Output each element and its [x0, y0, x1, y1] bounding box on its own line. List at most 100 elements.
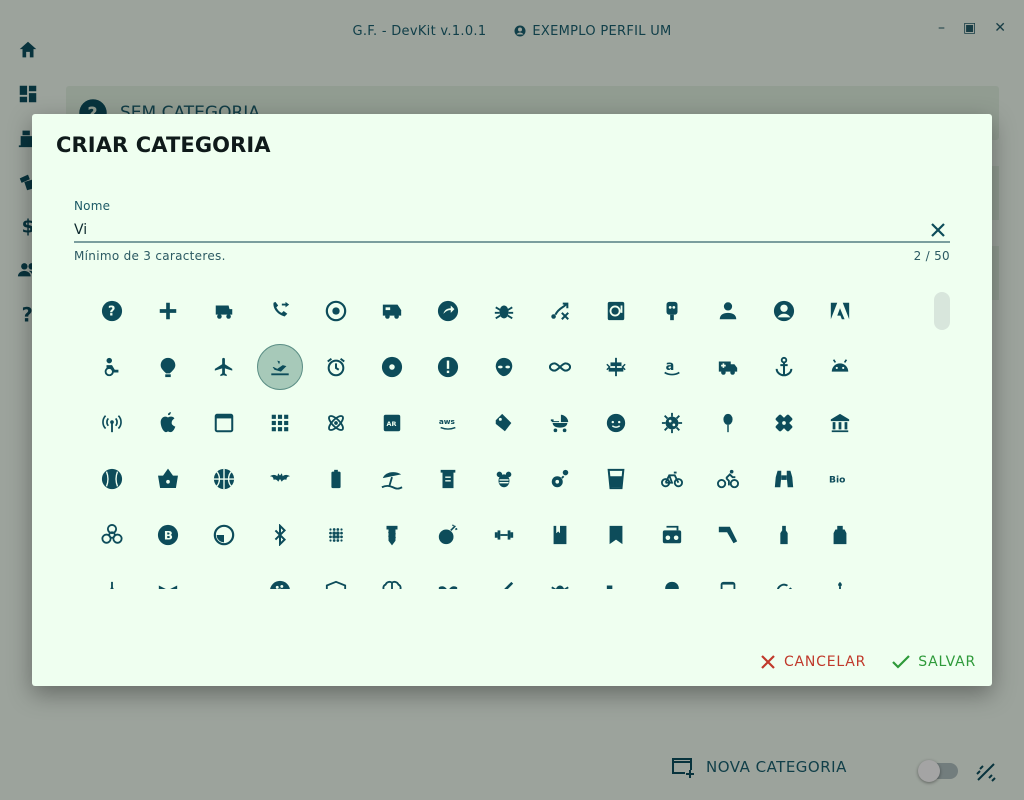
icon-option[interactable]: [532, 563, 588, 589]
icon-option[interactable]: [700, 563, 756, 589]
icon-option-ring: [537, 288, 583, 334]
icon-option[interactable]: [532, 339, 588, 395]
icon-option[interactable]: [196, 283, 252, 339]
icon-option[interactable]: [252, 339, 308, 395]
icon-option[interactable]: [812, 507, 868, 563]
scrollbar-thumb[interactable]: [934, 292, 950, 330]
icon-option[interactable]: [532, 395, 588, 451]
icon-option[interactable]: [252, 395, 308, 451]
icon-option[interactable]: [644, 563, 700, 589]
cached-icon: [777, 583, 793, 589]
icon-option[interactable]: [420, 451, 476, 507]
icon-option[interactable]: [700, 283, 756, 339]
icon-option[interactable]: [84, 563, 140, 589]
icon-option[interactable]: [812, 283, 868, 339]
icon-option[interactable]: [84, 339, 140, 395]
icon-option[interactable]: [420, 563, 476, 589]
icon-option[interactable]: [644, 283, 700, 339]
icon-option[interactable]: [756, 339, 812, 395]
icon-option[interactable]: [364, 283, 420, 339]
icon-option[interactable]: [476, 339, 532, 395]
dialog-actions: CANCELAR SALVAR: [760, 654, 976, 670]
icon-option[interactable]: [588, 507, 644, 563]
icon-option[interactable]: [140, 339, 196, 395]
icon-option[interactable]: [308, 395, 364, 451]
icon-option[interactable]: [252, 563, 308, 589]
cancel-button[interactable]: CANCELAR: [760, 654, 866, 670]
icon-option[interactable]: B: [140, 507, 196, 563]
icon-option[interactable]: [532, 451, 588, 507]
icon-option[interactable]: a: [644, 339, 700, 395]
icon-option[interactable]: [756, 507, 812, 563]
icon-option[interactable]: [420, 339, 476, 395]
icon-option[interactable]: [756, 395, 812, 451]
icon-option[interactable]: [812, 563, 868, 589]
icon-option[interactable]: AR: [364, 395, 420, 451]
blank-icon: [213, 580, 235, 589]
icon-option[interactable]: [140, 451, 196, 507]
icon-option[interactable]: [420, 283, 476, 339]
icon-option[interactable]: [84, 507, 140, 563]
icon-option[interactable]: [812, 339, 868, 395]
icon-option[interactable]: [140, 563, 196, 589]
icon-option[interactable]: [476, 283, 532, 339]
icon-option[interactable]: [476, 507, 532, 563]
icon-option[interactable]: [756, 563, 812, 589]
icon-option[interactable]: [252, 283, 308, 339]
icon-option[interactable]: [476, 563, 532, 589]
icon-option[interactable]: [420, 507, 476, 563]
save-button[interactable]: SALVAR: [892, 654, 976, 670]
icon-option[interactable]: [700, 395, 756, 451]
bee-icon: [496, 471, 512, 488]
icon-option[interactable]: [588, 283, 644, 339]
icon-option[interactable]: [252, 507, 308, 563]
icon-option[interactable]: [140, 283, 196, 339]
icon-option[interactable]: [644, 395, 700, 451]
icon-option[interactable]: ?: [84, 283, 140, 339]
icon-option[interactable]: [84, 395, 140, 451]
circle-half-icon: [213, 524, 235, 546]
icon-option[interactable]: [196, 451, 252, 507]
icon-option[interactable]: [308, 451, 364, 507]
icon-option[interactable]: [532, 507, 588, 563]
icon-option[interactable]: [252, 451, 308, 507]
icon-grid: ? a AR aws Bio Bbox: [84, 283, 916, 589]
icon-option[interactable]: aws: [420, 395, 476, 451]
icon-option[interactable]: [476, 451, 532, 507]
bus-icon: [720, 581, 736, 589]
icon-option[interactable]: [588, 339, 644, 395]
icon-option[interactable]: [476, 395, 532, 451]
icon-option[interactable]: [756, 451, 812, 507]
icon-option[interactable]: [196, 395, 252, 451]
name-input[interactable]: [74, 221, 874, 238]
icon-option[interactable]: [588, 451, 644, 507]
icon-option[interactable]: [196, 563, 252, 589]
icon-option-ring: [89, 344, 135, 390]
icon-option[interactable]: [364, 339, 420, 395]
icon-option[interactable]: [700, 507, 756, 563]
icon-option[interactable]: [700, 451, 756, 507]
icon-option[interactable]: [196, 507, 252, 563]
icon-option[interactable]: [700, 339, 756, 395]
icon-option[interactable]: [644, 507, 700, 563]
icon-option[interactable]: [364, 563, 420, 589]
icon-option[interactable]: [364, 451, 420, 507]
icon-option[interactable]: [588, 563, 644, 589]
icon-option[interactable]: [588, 395, 644, 451]
all-inclusive-icon: [549, 362, 571, 372]
icon-option-ring: [649, 400, 695, 446]
icon-option[interactable]: [756, 283, 812, 339]
icon-option[interactable]: [532, 283, 588, 339]
icon-option[interactable]: [364, 507, 420, 563]
icon-option[interactable]: [140, 395, 196, 451]
icon-option[interactable]: [644, 451, 700, 507]
icon-option[interactable]: [308, 339, 364, 395]
icon-option[interactable]: [196, 339, 252, 395]
icon-option[interactable]: box: [308, 563, 364, 589]
icon-option[interactable]: Bio: [812, 451, 868, 507]
icon-option[interactable]: [812, 395, 868, 451]
icon-option[interactable]: [84, 451, 140, 507]
icon-option[interactable]: [308, 507, 364, 563]
icon-option[interactable]: [308, 283, 364, 339]
clear-button[interactable]: [926, 218, 950, 242]
